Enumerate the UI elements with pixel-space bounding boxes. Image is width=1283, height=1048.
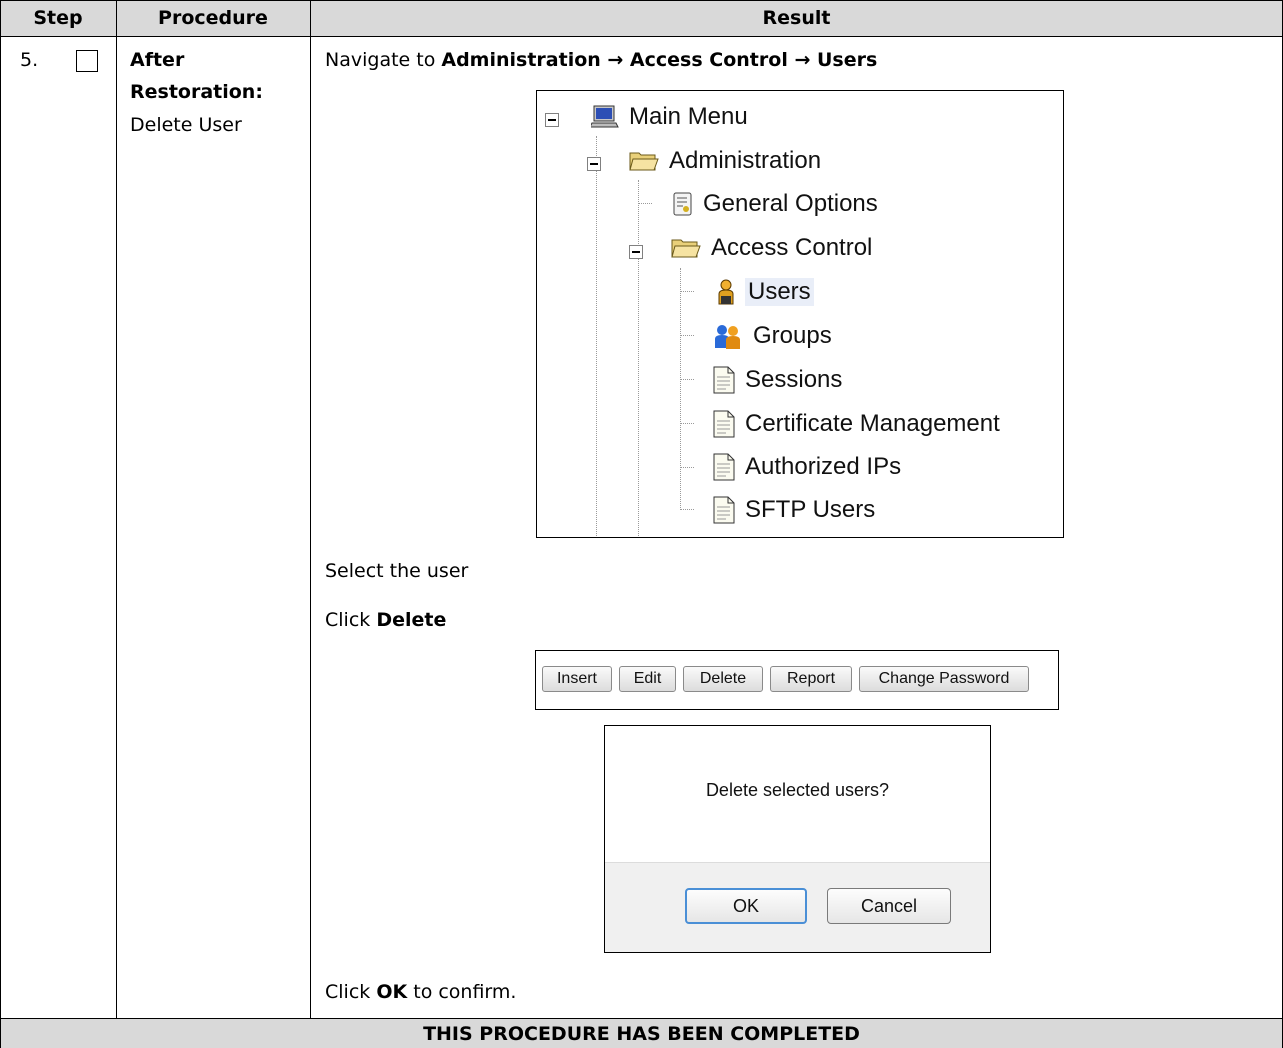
user-icon [717, 278, 735, 306]
document-icon [713, 453, 735, 481]
tree-item-sftp-users[interactable]: SFTP Users [713, 496, 875, 524]
click-prefix: Click [325, 609, 377, 631]
tree-guide-level1 [596, 136, 597, 537]
tree-branch-certs [680, 423, 694, 424]
table-footer-divider [0, 1018, 1283, 1019]
folder-open-icon [629, 150, 659, 172]
computer-icon [589, 104, 619, 130]
completion-footer-text: THIS PROCEDURE HAS BEEN COMPLETED [423, 1023, 860, 1045]
tree-guide-level3 [680, 268, 681, 508]
tree-label-access-control: Access Control [711, 234, 873, 261]
collapse-access-control-icon[interactable] [629, 245, 643, 259]
table-header-divider [0, 36, 1283, 37]
navigate-path: Administration → Access Control → Users [441, 49, 878, 71]
tree-label-users: Users [745, 278, 814, 306]
collapse-administration-icon[interactable] [587, 157, 601, 171]
tree-branch-users [680, 291, 694, 292]
edit-button[interactable]: Edit [619, 666, 676, 692]
tree-branch-sftp [680, 509, 694, 510]
header-result: Result [762, 7, 831, 29]
table-border-top [0, 0, 1283, 1]
change-password-button[interactable]: Change Password [859, 666, 1029, 692]
dialog-message: Delete selected users? [705, 780, 890, 800]
tree-branch-ips [680, 467, 694, 468]
options-document-icon [673, 191, 693, 217]
collapse-main-menu-icon[interactable] [545, 113, 559, 127]
table-border-left [0, 0, 1, 1048]
column-divider-procedure [310, 0, 311, 1019]
select-user-instruction: Select the user [325, 560, 469, 582]
header-procedure: Procedure [158, 7, 268, 29]
user-action-button-bar: Insert Edit Delete Report Change Passwor… [535, 650, 1059, 710]
tree-branch-sessions [680, 379, 694, 380]
click-delete-instruction: Click Delete [325, 608, 446, 632]
document-icon [713, 496, 735, 524]
tree-item-main-menu[interactable]: Main Menu [589, 103, 748, 131]
ok-button[interactable]: OK [685, 888, 807, 924]
tree-label-authorized-ips: Authorized IPs [745, 453, 902, 480]
procedure-title-line1: After [130, 49, 185, 71]
tree-label-certificate-management: Certificate Management [745, 410, 1000, 437]
click-target: Delete [376, 609, 447, 631]
tree-guide-level2 [638, 180, 639, 537]
confirm-prefix: Click [325, 981, 377, 1003]
confirm-instruction: Click OK to confirm. [325, 980, 516, 1004]
tree-branch-general [638, 203, 652, 204]
tree-label-sessions: Sessions [745, 366, 843, 393]
tree-label-sftp-users: SFTP Users [745, 496, 876, 523]
procedure-table: Step Procedure Result THIS PROCEDURE HAS… [0, 0, 1283, 1048]
folder-open-icon [671, 237, 701, 259]
tree-label-administration: Administration [669, 147, 822, 174]
tree-item-sessions[interactable]: Sessions [713, 366, 842, 394]
completion-footer-row: THIS PROCEDURE HAS BEEN COMPLETED [0, 1019, 1283, 1048]
tree-label-general-options: General Options [703, 190, 878, 217]
tree-item-administration[interactable]: Administration [629, 147, 821, 175]
procedure-title-line2: Restoration: [130, 81, 263, 103]
document-icon [713, 410, 735, 438]
dialog-footer: OK Cancel [605, 862, 990, 952]
confirm-suffix: to confirm. [407, 981, 517, 1003]
delete-button[interactable]: Delete [683, 666, 763, 692]
tree-item-certificate-management[interactable]: Certificate Management [713, 410, 1000, 438]
confirm-target: OK [376, 981, 408, 1003]
procedure-subtitle: Delete User [130, 114, 242, 136]
tree-label-groups: Groups [753, 322, 832, 349]
tree-item-users[interactable]: Users [717, 278, 814, 306]
navigate-prefix: Navigate to [325, 49, 442, 71]
cancel-button[interactable]: Cancel [827, 888, 951, 924]
group-icon [713, 322, 743, 350]
main-menu-tree: Main Menu Administration General Options… [536, 90, 1064, 538]
tree-item-groups[interactable]: Groups [713, 322, 832, 350]
column-divider-step [116, 0, 117, 1019]
tree-item-general-options[interactable]: General Options [673, 190, 878, 218]
step-checkbox[interactable] [76, 50, 98, 72]
report-button[interactable]: Report [770, 666, 852, 692]
insert-button[interactable]: Insert [542, 666, 612, 692]
header-step: Step [33, 7, 83, 29]
tree-item-access-control[interactable]: Access Control [671, 234, 872, 262]
tree-label-main-menu: Main Menu [629, 103, 748, 130]
navigate-instruction: Navigate to Administration → Access Cont… [325, 48, 877, 72]
tree-branch-groups [680, 335, 694, 336]
delete-confirm-dialog: Delete selected users? OK Cancel [604, 725, 991, 953]
tree-item-authorized-ips[interactable]: Authorized IPs [713, 453, 901, 481]
document-icon [713, 366, 735, 394]
step-number: 5. [20, 49, 39, 71]
